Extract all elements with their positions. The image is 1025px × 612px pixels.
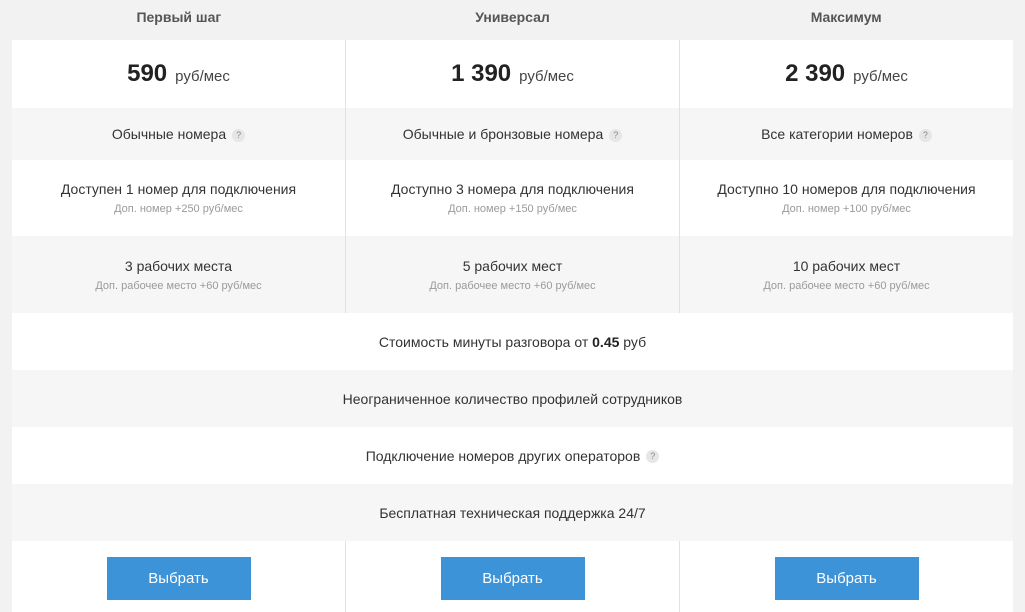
numbers-extra: Доп. номер +250 руб/мес	[114, 203, 243, 215]
other-operators-cell: Подключение номеров других операторов?	[12, 427, 1013, 484]
price-cell: 1 390 руб/мес	[345, 40, 679, 108]
category-cell: Обычные и бронзовые номера?	[345, 108, 679, 160]
help-icon[interactable]: ?	[918, 128, 932, 142]
call-cost-prefix: Стоимость минуты разговора от	[378, 333, 589, 350]
seats-label: 3 рабочих места	[124, 257, 233, 274]
select-plan-button[interactable]: Выбрать	[440, 557, 585, 600]
button-cell: Выбрать	[12, 541, 345, 612]
price-unit: руб/мес	[853, 68, 908, 85]
select-plan-button[interactable]: Выбрать	[106, 557, 251, 600]
seats-label: 10 рабочих мест	[792, 257, 901, 274]
call-cost-suffix: руб	[623, 333, 647, 350]
profiles-row: Неограниченное количество профилей сотру…	[12, 370, 1013, 427]
other-operators-label: Подключение номеров других операторов	[365, 447, 641, 464]
help-icon[interactable]: ?	[609, 128, 623, 142]
price-value: 1 390	[451, 60, 512, 87]
seats-extra: Доп. рабочее место +60 руб/мес	[763, 279, 930, 292]
support-row: Бесплатная техническая поддержка 24/7	[12, 484, 1013, 541]
numbers-cell: Доступен 1 номер для подключения Доп. но…	[12, 160, 345, 236]
help-icon[interactable]: ?	[646, 450, 660, 464]
plans-header: Первый шаг Универсал Максимум	[12, 0, 1013, 40]
numbers-row: Доступен 1 номер для подключения Доп. но…	[12, 160, 1013, 236]
plan-name: Максимум	[810, 9, 882, 25]
seats-cell: 10 рабочих мест Доп. рабочее место +60 р…	[679, 236, 1013, 313]
price-cell: 590 руб/мес	[12, 40, 345, 108]
category-label: Обычные и бронзовые номера	[402, 126, 604, 142]
seats-cell: 3 рабочих места Доп. рабочее место +60 р…	[12, 236, 345, 313]
numbers-label: Доступен 1 номер для подключения	[60, 181, 297, 197]
seats-extra: Доп. рабочее место +60 руб/мес	[95, 279, 262, 292]
support-label: Бесплатная техническая поддержка 24/7	[379, 504, 646, 521]
other-operators-row: Подключение номеров других операторов?	[12, 427, 1013, 484]
support-cell: Бесплатная техническая поддержка 24/7	[12, 484, 1013, 541]
plan-name: Первый шаг	[136, 9, 222, 25]
button-cell: Выбрать	[679, 541, 1013, 612]
call-cost-value: 0.45	[592, 333, 620, 350]
price-unit: руб/мес	[175, 68, 230, 85]
call-cost-row: Стоимость минуты разговора от 0.45 руб	[12, 313, 1013, 370]
seats-cell: 5 рабочих мест Доп. рабочее место +60 ру…	[345, 236, 679, 313]
numbers-cell: Доступно 3 номера для подключения Доп. н…	[345, 160, 679, 236]
price-cell: 2 390 руб/мес	[679, 40, 1013, 108]
price-value: 590	[127, 60, 168, 87]
seats-label: 5 рабочих мест	[462, 257, 563, 274]
category-row: Обычные номера? Обычные и бронзовые номе…	[12, 108, 1013, 160]
profiles-label: Неограниченное количество профилей сотру…	[342, 390, 683, 407]
category-cell: Обычные номера?	[12, 108, 345, 160]
plan-name: Универсал	[475, 9, 550, 25]
numbers-cell: Доступно 10 номеров для подключения Доп.…	[679, 160, 1013, 236]
numbers-extra: Доп. номер +150 руб/мес	[448, 203, 577, 215]
price-row: 590 руб/мес 1 390 руб/мес 2 390 руб/мес	[12, 40, 1013, 108]
help-icon[interactable]: ?	[232, 128, 246, 142]
button-row: Выбрать Выбрать Выбрать	[12, 541, 1013, 612]
price-value: 2 390	[785, 60, 846, 87]
category-label: Все категории номеров	[761, 126, 913, 142]
call-cost-cell: Стоимость минуты разговора от 0.45 руб	[12, 313, 1013, 370]
seats-row: 3 рабочих места Доп. рабочее место +60 р…	[12, 236, 1013, 313]
profiles-cell: Неограниченное количество профилей сотру…	[12, 370, 1013, 427]
numbers-label: Доступно 3 номера для подключения	[391, 181, 634, 197]
price-unit: руб/мес	[519, 68, 574, 85]
seats-extra: Доп. рабочее место +60 руб/мес	[429, 279, 596, 292]
numbers-label: Доступно 10 номеров для подключения	[717, 181, 976, 197]
category-cell: Все категории номеров?	[679, 108, 1013, 160]
select-plan-button[interactable]: Выбрать	[774, 557, 919, 600]
category-label: Обычные номера	[111, 126, 227, 142]
numbers-extra: Доп. номер +100 руб/мес	[782, 203, 911, 215]
pricing-table: 590 руб/мес 1 390 руб/мес 2 390 руб/мес Обы…	[12, 40, 1013, 612]
button-cell: Выбрать	[345, 541, 679, 612]
